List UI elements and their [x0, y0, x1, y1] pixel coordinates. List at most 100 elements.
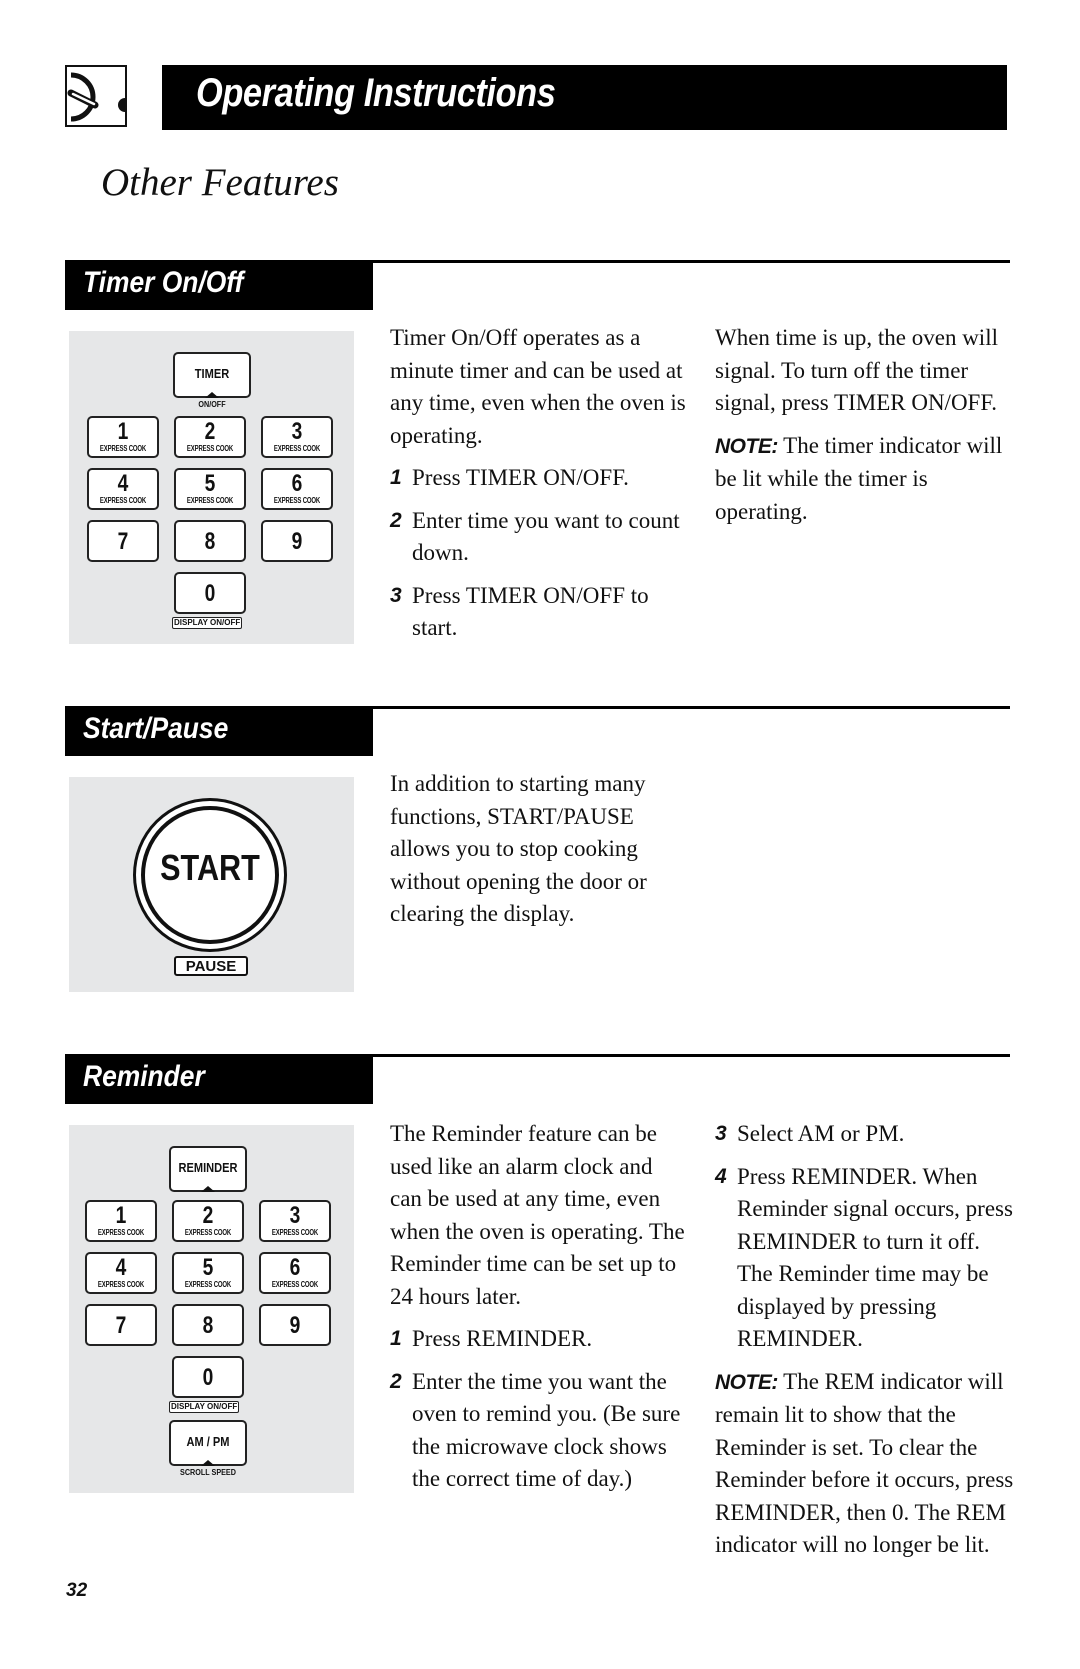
key-number: 0 [202, 1364, 214, 1391]
key-number: 7 [117, 528, 129, 555]
keypad-key-9: 9 [259, 1304, 331, 1346]
key-sublabel: EXPRESS COOK [186, 444, 234, 453]
section-title: Reminder [83, 1060, 205, 1093]
start-pause-text: In addition to starting many functions, … [390, 768, 690, 941]
keypad-key-4: 4 EXPRESS COOK [87, 468, 159, 510]
section-title: Timer On/Off [83, 266, 244, 299]
keypad-key-3: 3 EXPRESS COOK [259, 1200, 331, 1242]
notch-arrow-icon [205, 392, 219, 398]
step-text: Press REMINDER. When Reminder signal occ… [737, 1163, 1013, 1352]
ampm-key-label: AM / PM [186, 1434, 230, 1449]
key-number: 2 [202, 1202, 214, 1229]
key-sublabel: EXPRESS COOK [99, 496, 147, 505]
key-sublabel: EXPRESS COOK [184, 1228, 232, 1237]
section-title: Start/Pause [83, 712, 229, 745]
key-sublabel: EXPRESS COOK [184, 1280, 232, 1289]
key-number: 0 [204, 580, 216, 607]
reminder-key-label: REMINDER [178, 1160, 238, 1175]
step-item: 4 Press REMINDER. When Reminder signal oc… [715, 1161, 1015, 1356]
timer-note: NOTE: The timer indicator will be lit wh… [715, 430, 1010, 529]
timer-signal-text: When time is up, the oven will signal. T… [715, 325, 998, 415]
keypad-key-1: 1 EXPRESS COOK [87, 416, 159, 458]
pause-caption: PAUSE [174, 956, 248, 976]
keypad-key-2: 2 EXPRESS COOK [172, 1200, 244, 1242]
step-item: 2 Enter the time you want the oven to rem… [390, 1366, 690, 1496]
key-number: 5 [204, 470, 216, 497]
step-text: Enter time you want to count down. [412, 507, 680, 566]
step-number: 3 [715, 1122, 727, 1145]
key-number: 7 [115, 1312, 127, 1339]
step-text: Select AM or PM. [737, 1121, 905, 1146]
key-number: 8 [202, 1312, 214, 1339]
key-number: 9 [289, 1312, 301, 1339]
display-onoff-caption: DISPLAY ON/OFF [169, 1401, 240, 1413]
notch-arrow-icon [201, 1186, 215, 1192]
step-text: Press REMINDER. [412, 1326, 593, 1351]
scroll-speed-caption: SCROLL SPEED [180, 1468, 236, 1477]
start-pause-description: In addition to starting many functions, … [390, 771, 647, 926]
key-number: 1 [115, 1202, 127, 1229]
notch-arrow-icon [201, 1460, 215, 1466]
timer-key: TIMER [173, 352, 251, 398]
key-sublabel: EXPRESS COOK [99, 444, 147, 453]
note-text: The REM indicator will remain lit to sho… [715, 1368, 1014, 1558]
header-bar: Operating Instructions [162, 65, 1007, 130]
keypad-key-0: 0 [172, 1356, 244, 1398]
step-number: 1 [390, 466, 402, 489]
timer-intro: Timer On/Off operates as a minute timer … [390, 325, 686, 448]
note-label: NOTE: [715, 434, 778, 458]
keypad-key-9: 9 [261, 520, 333, 562]
ampm-key: AM / PM [169, 1420, 247, 1466]
key-number: 9 [291, 528, 303, 555]
keypad-key-0: 0 [174, 572, 246, 614]
keypad-key-7: 7 [87, 520, 159, 562]
step-item: 3 Select AM or PM. [715, 1118, 1015, 1151]
reminder-text-right: 3 Select AM or PM. 4 Press REMINDER. When … [715, 1118, 1015, 1572]
key-number: 8 [204, 528, 216, 555]
key-sublabel: EXPRESS COOK [271, 1228, 319, 1237]
step-item: 2 Enter time you want to count down. [390, 505, 690, 570]
reminder-note: NOTE: The REM indicator will remain lit … [715, 1366, 1015, 1562]
key-sublabel: EXPRESS COOK [186, 496, 234, 505]
reminder-keypad-illustration: REMINDER 1 EXPRESS COOK 2 EXPRESS COOK 3 EX… [69, 1125, 354, 1493]
start-button-graphic: START [133, 798, 287, 952]
reminder-text-left: The Reminder feature can be used like an… [390, 1118, 690, 1506]
page-number: 32 [66, 1580, 88, 1601]
key-number: 4 [117, 470, 129, 497]
reminder-key: REMINDER [169, 1146, 247, 1192]
keypad-key-8: 8 [172, 1304, 244, 1346]
display-onoff-caption: DISPLAY ON/OFF [172, 617, 243, 629]
key-number: 1 [117, 418, 129, 445]
page-subtitle: Other Features [101, 161, 339, 204]
step-number: 2 [390, 1369, 402, 1393]
keypad-key-6: 6 EXPRESS COOK [259, 1252, 331, 1294]
key-sublabel: EXPRESS COOK [271, 1280, 319, 1289]
section-header-timer: Timer On/Off [65, 260, 373, 310]
key-sublabel: EXPRESS COOK [273, 444, 321, 453]
keypad-key-3: 3 EXPRESS COOK [261, 416, 333, 458]
step-item: 1 Press TIMER ON/OFF. [390, 462, 690, 495]
step-number: 2 [390, 508, 402, 532]
timer-key-caption: ON/OFF [198, 400, 226, 409]
step-text: Press TIMER ON/OFF. [412, 465, 629, 490]
timer-key-label: TIMER [194, 366, 230, 381]
keypad-key-2: 2 EXPRESS COOK [174, 416, 246, 458]
key-number: 3 [289, 1202, 301, 1229]
step-text: Enter the time you want the oven to remi… [412, 1368, 681, 1492]
step-number: 4 [715, 1164, 727, 1188]
timer-text-left: Timer On/Off operates as a minute timer … [390, 322, 690, 655]
step-text: Press TIMER ON/OFF to start. [412, 582, 649, 641]
step-item: 1 Press REMINDER. [390, 1323, 690, 1356]
key-number: 4 [115, 1254, 127, 1281]
note-label: NOTE: [715, 1370, 778, 1394]
timer-text-right: When time is up, the oven will signal. T… [715, 322, 1010, 538]
key-sublabel: EXPRESS COOK [97, 1280, 145, 1289]
key-number: 6 [289, 1254, 301, 1281]
keypad-key-8: 8 [174, 520, 246, 562]
key-number: 3 [291, 418, 303, 445]
keypad-key-6: 6 EXPRESS COOK [261, 468, 333, 510]
keypad-key-4: 4 EXPRESS COOK [85, 1252, 157, 1294]
step-item: 3 Press TIMER ON/OFF to start. [390, 580, 690, 645]
start-label: START [160, 847, 260, 888]
step-number: 3 [390, 583, 402, 607]
